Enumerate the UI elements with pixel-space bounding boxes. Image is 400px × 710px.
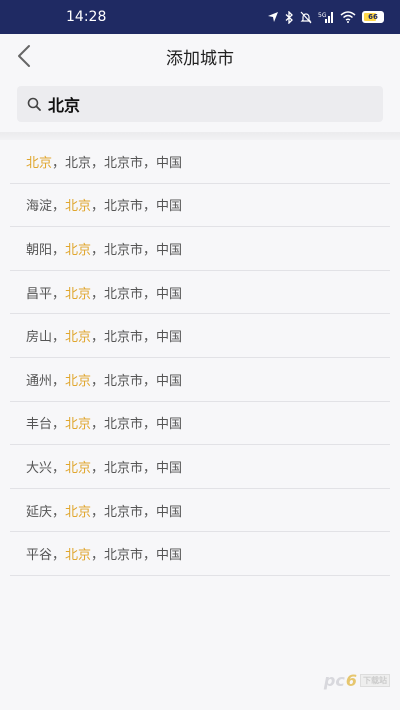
battery-label: 66 bbox=[368, 13, 378, 21]
back-button[interactable] bbox=[10, 40, 38, 72]
search-icon bbox=[27, 96, 42, 112]
list-item[interactable]: 房山， 北京，北京市，中国 bbox=[10, 314, 390, 358]
separator: ， bbox=[91, 242, 105, 258]
results-list: 北京，北京，北京市，中国 海淀， 北京，北京市，中国 朝阳， 北京，北京市，中国 昌… bbox=[0, 140, 400, 576]
city-name-highlight: 北京 bbox=[65, 548, 92, 564]
list-item[interactable]: 北京，北京，北京市，中国 bbox=[10, 140, 390, 184]
city-name-highlight: 北京 bbox=[65, 460, 92, 476]
location-detail: 北京市，中国 bbox=[104, 417, 183, 433]
signal-icon: 5G bbox=[318, 11, 334, 23]
list-item[interactable]: 朝阳， 北京，北京市，中国 bbox=[10, 227, 390, 271]
status-time: 14:28 bbox=[66, 9, 107, 25]
city-name-highlight: 北京 bbox=[65, 330, 92, 346]
city-name-highlight: 北京 bbox=[65, 199, 92, 215]
location-icon bbox=[267, 11, 279, 23]
separator: ， bbox=[91, 199, 105, 215]
city-name-highlight: 北京 bbox=[65, 286, 92, 302]
location-detail: 北京市，中国 bbox=[104, 286, 183, 302]
location-detail: 北京市，中国 bbox=[104, 548, 183, 564]
page-title: 添加城市 bbox=[166, 48, 234, 69]
district-name: 通州， bbox=[26, 373, 66, 389]
watermark-text-b: 6 bbox=[345, 671, 357, 690]
location-detail: 北京市，中国 bbox=[104, 199, 183, 215]
section-divider bbox=[0, 132, 400, 140]
district-name: 朝阳， bbox=[26, 242, 66, 258]
location-detail: 北京市，中国 bbox=[104, 373, 183, 389]
district-name: 丰台， bbox=[26, 417, 66, 433]
location-detail: 北京市，中国 bbox=[104, 330, 183, 346]
city-name-highlight: 北京 bbox=[65, 417, 92, 433]
watermark-logo: pc 6 下载站 bbox=[324, 671, 390, 690]
separator: ， bbox=[91, 417, 105, 433]
district-name: 房山， bbox=[26, 330, 66, 346]
list-item[interactable]: 平谷， 北京，北京市，中国 bbox=[10, 532, 390, 576]
location-detail: 北京，北京市，中国 bbox=[65, 155, 183, 171]
list-item[interactable]: 大兴， 北京，北京市，中国 bbox=[10, 445, 390, 489]
city-name-highlight: 北京 bbox=[65, 504, 92, 520]
list-item[interactable]: 海淀， 北京，北京市，中国 bbox=[10, 184, 390, 228]
district-name: 海淀， bbox=[26, 199, 66, 215]
district-name: 延庆， bbox=[26, 504, 66, 520]
city-name-highlight: 北京 bbox=[26, 155, 53, 171]
separator: ， bbox=[91, 286, 105, 302]
watermark-text-a: pc bbox=[323, 671, 345, 690]
search-box[interactable] bbox=[17, 86, 383, 122]
location-detail: 北京市，中国 bbox=[104, 242, 183, 258]
district-name: 昌平， bbox=[26, 286, 66, 302]
district-name: 大兴， bbox=[26, 460, 66, 476]
list-item[interactable]: 通州， 北京，北京市，中国 bbox=[10, 358, 390, 402]
search-input[interactable] bbox=[48, 94, 373, 114]
chevron-left-icon bbox=[18, 45, 30, 67]
separator: ， bbox=[91, 548, 105, 564]
nav-bar: 添加城市 bbox=[0, 34, 400, 78]
list-item[interactable]: 昌平， 北京，北京市，中国 bbox=[10, 271, 390, 315]
search-section bbox=[0, 78, 400, 128]
separator: ， bbox=[91, 330, 105, 346]
city-name-highlight: 北京 bbox=[65, 242, 92, 258]
bluetooth-icon bbox=[285, 10, 294, 24]
city-name-highlight: 北京 bbox=[65, 373, 92, 389]
separator: ， bbox=[52, 155, 66, 171]
wifi-icon bbox=[340, 11, 356, 23]
network-label: 5G bbox=[318, 12, 327, 19]
list-item[interactable]: 延庆， 北京，北京市，中国 bbox=[10, 489, 390, 533]
district-name: 平谷， bbox=[26, 548, 66, 564]
battery-icon: 66 bbox=[362, 11, 384, 23]
mute-icon bbox=[300, 11, 312, 24]
list-item[interactable]: 丰台， 北京，北京市，中国 bbox=[10, 402, 390, 446]
status-bar: 14:28 5G 66 bbox=[0, 0, 400, 34]
separator: ， bbox=[91, 460, 105, 476]
watermark-text-c: 下载站 bbox=[360, 674, 390, 687]
separator: ， bbox=[91, 504, 105, 520]
status-icons: 5G 66 bbox=[267, 10, 384, 24]
location-detail: 北京市，中国 bbox=[104, 460, 183, 476]
location-detail: 北京市，中国 bbox=[104, 504, 183, 520]
separator: ， bbox=[91, 373, 105, 389]
